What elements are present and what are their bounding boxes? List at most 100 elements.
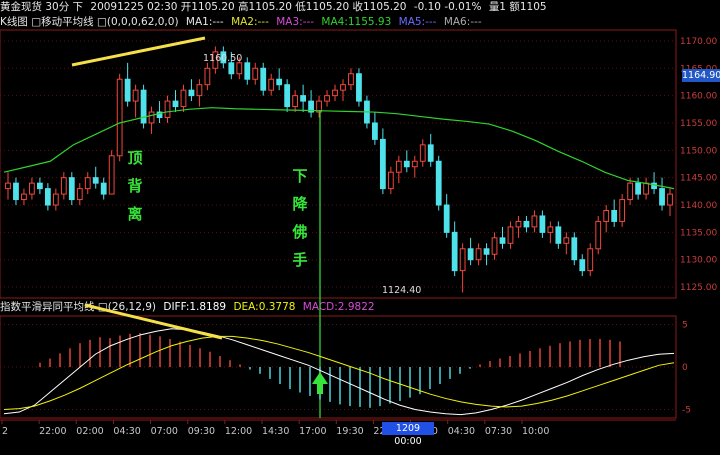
candle-body (76, 188, 83, 201)
time-axis-label: 09:30 (188, 426, 215, 437)
time-axis-label: 07:00 (151, 426, 178, 437)
time-axis-label: 04:30 (113, 426, 140, 437)
candle-body (491, 237, 498, 255)
candle-body (587, 248, 594, 272)
candle-body (52, 193, 59, 206)
candle-body (523, 220, 530, 228)
up-arrow-icon (312, 372, 328, 394)
candle-body (563, 237, 570, 244)
price-axis-label: 1160.00 (680, 92, 717, 102)
macd-axis-label: -5 (682, 406, 691, 416)
candle-body (228, 62, 235, 75)
candle-body (324, 95, 330, 102)
price-axis-label: 1125.00 (680, 283, 717, 293)
candle-body (635, 182, 642, 195)
price-trendline (71, 36, 206, 67)
candle-body (603, 209, 610, 222)
ma4-line (3, 107, 675, 190)
macd-panel-frame (0, 315, 677, 419)
candle-body (180, 89, 187, 108)
candle-body (252, 67, 259, 80)
candle-body (164, 100, 171, 119)
annotation-char: 降 (292, 195, 308, 213)
low-price-label: 1124.40 (382, 285, 422, 296)
candle-body (427, 144, 434, 162)
candle-body (667, 193, 673, 206)
candle-body (13, 182, 19, 201)
candle-body (443, 204, 450, 233)
candle-body (60, 177, 67, 195)
candle-body (204, 67, 211, 86)
time-axis-label: 2 (2, 426, 8, 437)
candle-body (108, 155, 115, 195)
candle-body (595, 220, 602, 250)
dea-line (3, 335, 675, 410)
candle-body (411, 160, 418, 168)
candle-body (379, 138, 386, 190)
candle-body (499, 237, 506, 244)
high-price-label: 1160.50 (203, 53, 243, 64)
candle-body (276, 78, 283, 86)
annotation-char: 下 (292, 167, 308, 185)
time-axis-label: 02:00 (76, 426, 103, 437)
annotation-char: 顶 (127, 149, 143, 167)
candle-body (196, 84, 203, 97)
candle-body (435, 160, 442, 206)
annotation-char: 手 (292, 251, 308, 269)
candle-body (188, 89, 195, 97)
chart-canvas[interactable]: 1170.001165.001160.001155.001150.001145.… (0, 0, 720, 455)
candle-body (507, 226, 514, 244)
annotation-char: 佛 (292, 223, 308, 241)
candle-body (372, 122, 378, 140)
candle-body (332, 89, 338, 97)
time-axis-label: 22:00 (39, 426, 66, 437)
macd-axis-label: 5 (682, 321, 688, 331)
time-axis-label: 14:30 (262, 426, 289, 437)
candle-body (116, 78, 123, 157)
candle-body (659, 188, 665, 206)
candle-body (68, 177, 75, 201)
candle-body (260, 67, 267, 91)
candle-body (531, 215, 538, 228)
candle-body (395, 160, 402, 173)
price-axis-label: 1170.00 (680, 37, 717, 47)
candle-body (643, 182, 649, 195)
candle-body (483, 248, 490, 255)
candle-body (37, 182, 43, 190)
annotation-char: 离 (127, 205, 143, 223)
time-axis-label: 19:30 (336, 426, 363, 437)
time-axis-label: 04:30 (448, 426, 475, 437)
candle-body (236, 62, 243, 75)
macd-trendline (84, 303, 223, 340)
candle-body (475, 248, 482, 261)
price-axis-label: 1135.00 (680, 228, 717, 238)
candle-body (92, 177, 99, 184)
time-cursor-marker[interactable]: 1209 00:00 (382, 422, 434, 447)
candle-body (244, 62, 251, 80)
falling-buddha-hand-annotation: 下 降 佛 手 (290, 162, 310, 274)
candle-body (571, 237, 578, 261)
time-axis-label: 12:00 (225, 426, 252, 437)
candle-body (292, 95, 299, 108)
candle-body (451, 231, 458, 272)
candle-body (84, 177, 91, 190)
top-divergence-annotation: 顶 背 离 (125, 144, 145, 228)
candle-body (172, 100, 179, 108)
candle-body (356, 73, 362, 102)
candle-body (403, 160, 410, 168)
candle-body (348, 73, 354, 86)
candle-body (539, 215, 546, 233)
candle-body (44, 188, 51, 206)
price-axis-label: 1150.00 (680, 146, 717, 156)
candle-body (555, 226, 562, 244)
annotation-char: 背 (127, 177, 143, 195)
candle-body (124, 78, 131, 102)
price-axis-label: 1130.00 (680, 256, 717, 266)
candle-body (21, 193, 27, 201)
current-price-tag: 1164.90 (682, 69, 720, 82)
time-axis-label: 10:00 (522, 426, 549, 437)
candle-body (467, 248, 474, 261)
candle-body (284, 84, 291, 108)
candle-body (300, 95, 307, 102)
price-axis-label: 1155.00 (680, 119, 717, 129)
